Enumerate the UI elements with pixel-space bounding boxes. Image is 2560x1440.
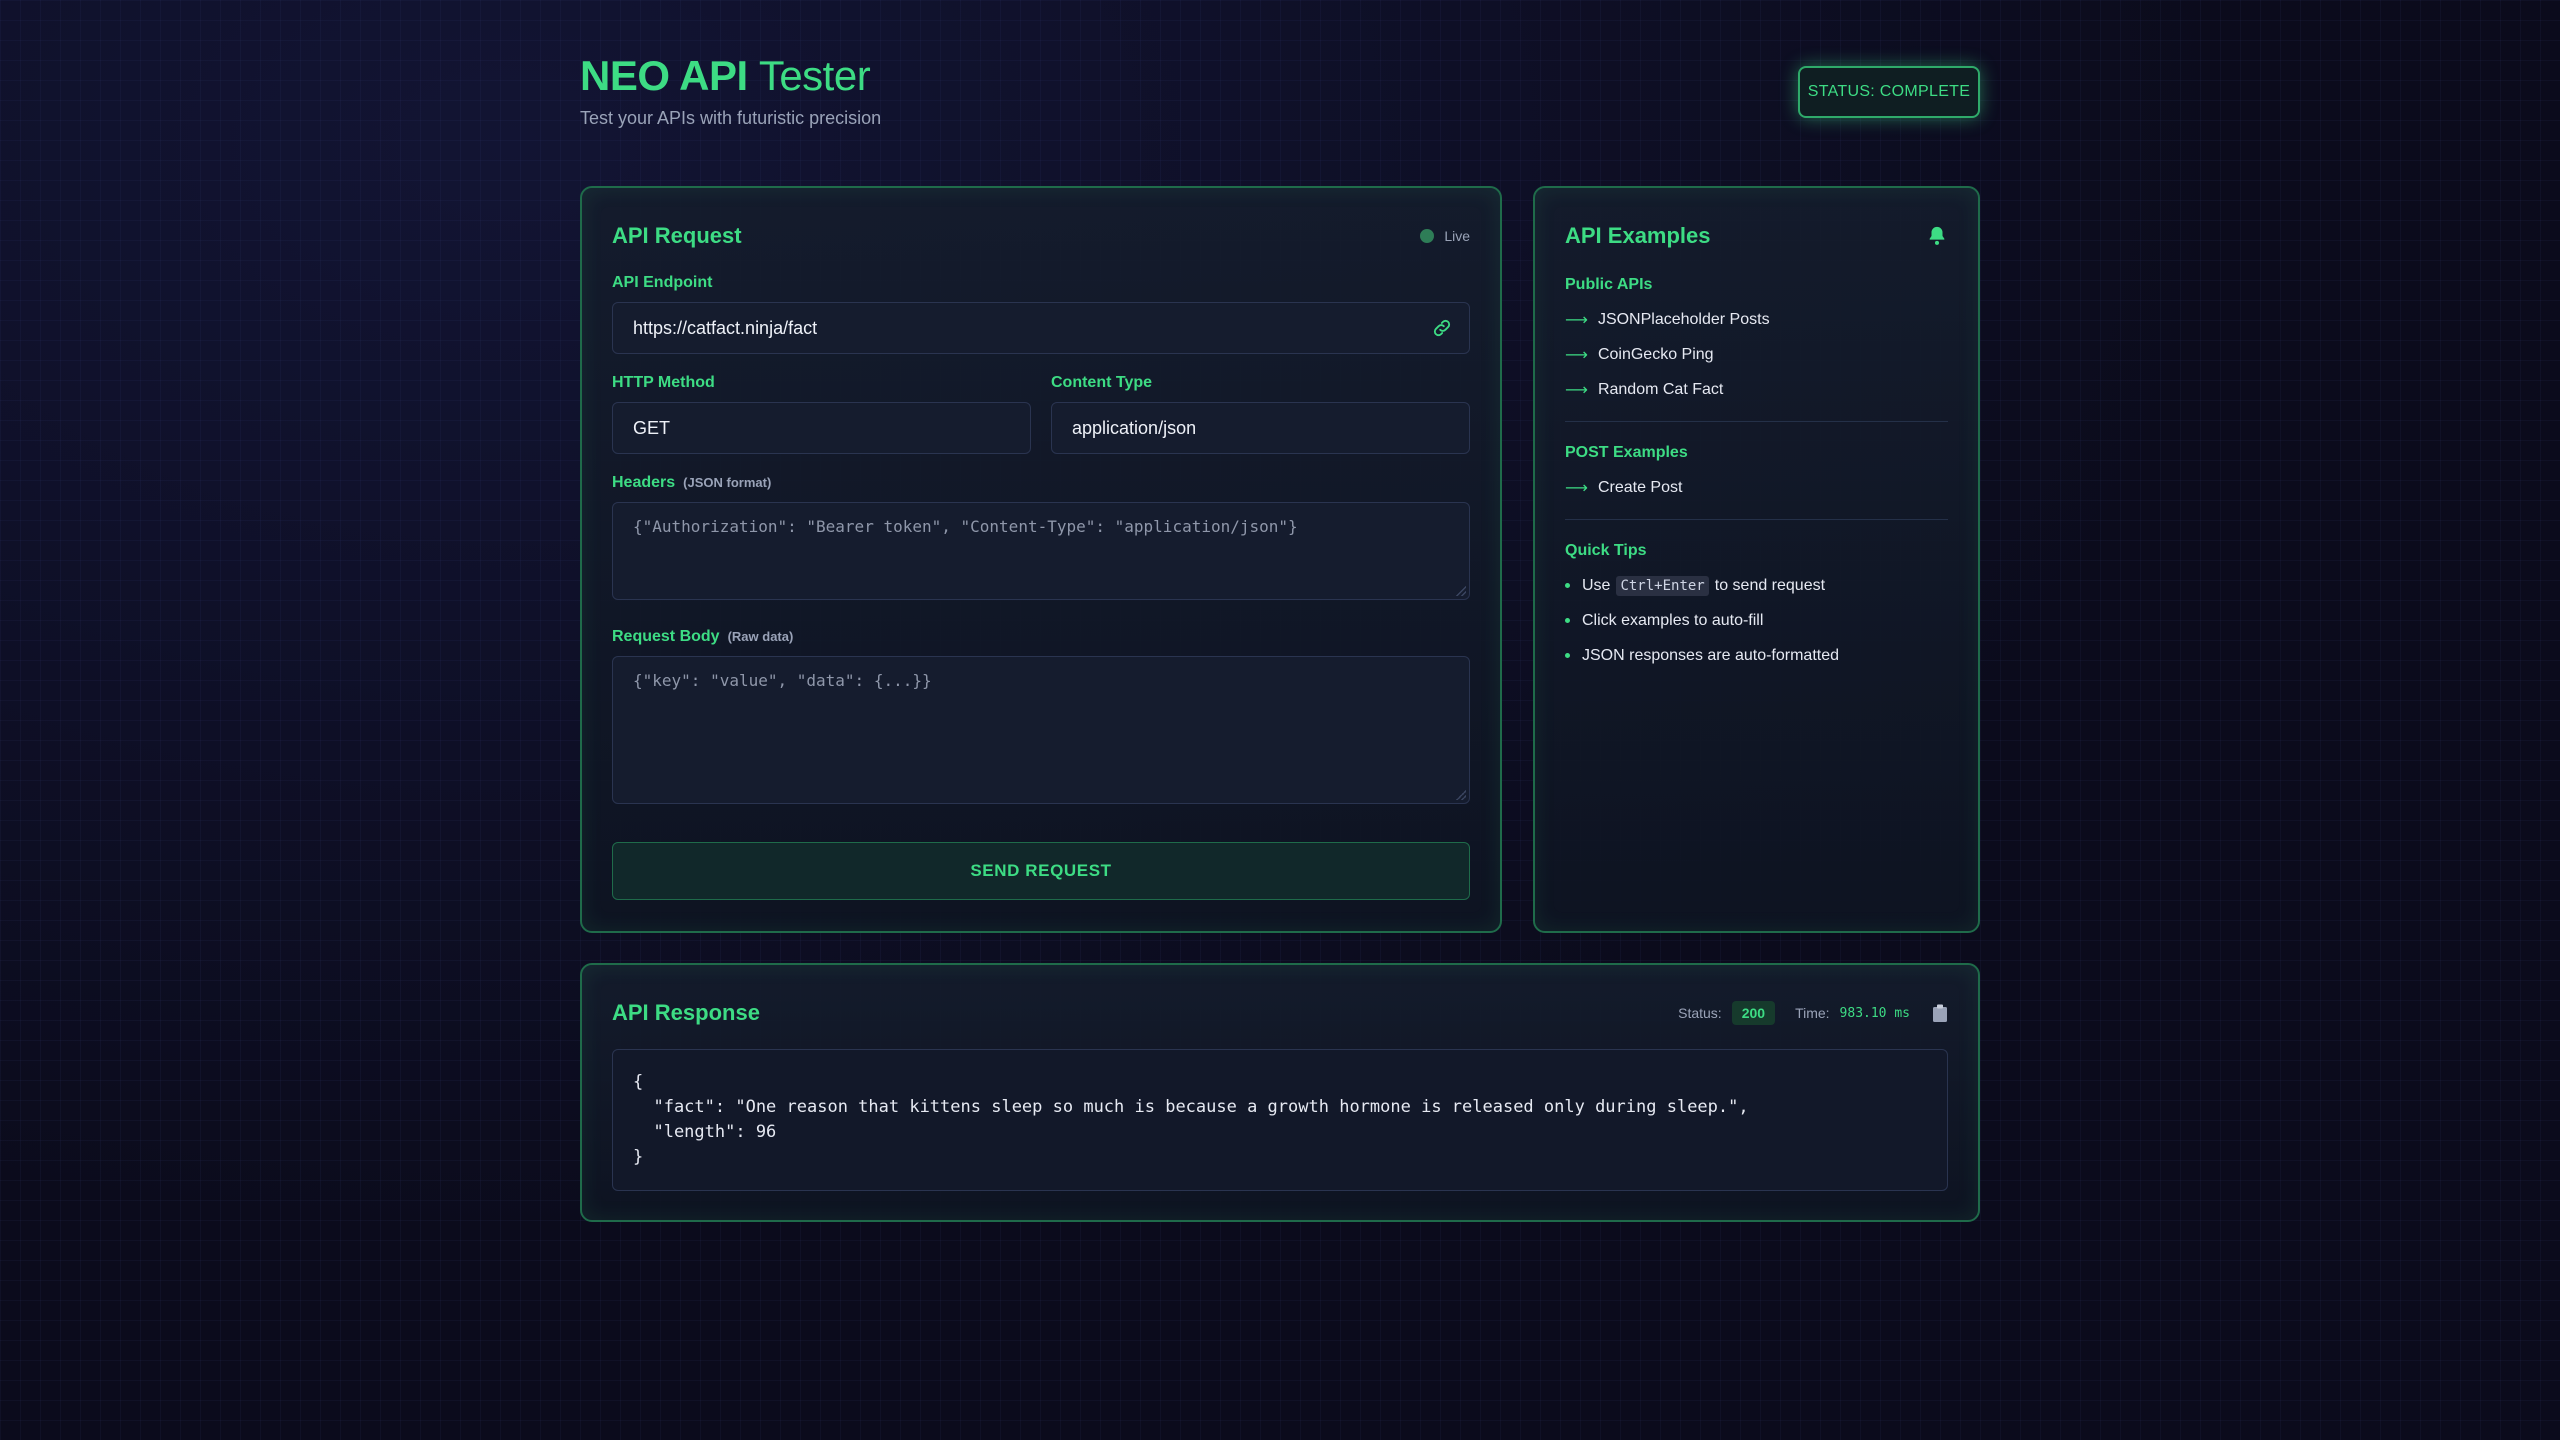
tip-text: Use: [1582, 576, 1611, 594]
bell-icon[interactable]: [1926, 225, 1948, 247]
divider: [1565, 519, 1948, 520]
app-title: NEO API Tester: [580, 50, 1980, 102]
endpoint-input[interactable]: https://catfact.ninja/fact: [612, 302, 1470, 354]
headers-textarea[interactable]: {"Authorization": "Bearer token", "Conte…: [612, 502, 1470, 600]
content-type-label: Content Type: [1051, 374, 1470, 392]
quick-tips-heading: Quick Tips: [1565, 542, 1647, 559]
bullet-icon: [1565, 583, 1570, 588]
headers-label-text: Headers: [612, 474, 676, 491]
app-title-bold: NEO API: [580, 52, 748, 99]
headers-hint: (JSON format): [683, 475, 772, 490]
content-type-label-text: Content Type: [1051, 374, 1153, 391]
arrow-right-icon: ⟶: [1565, 381, 1588, 399]
content-type-value: application/json: [1072, 417, 1197, 438]
response-body: { "fact": "One reason that kittens sleep…: [612, 1049, 1948, 1191]
tip-item: JSON responses are auto-formatted: [1565, 638, 1948, 673]
time-label: Time:: [1795, 1005, 1830, 1021]
app-title-thin: Tester: [758, 52, 871, 99]
app-header: NEO API Tester Test your APIs with futur…: [580, 50, 1980, 140]
content-type-group: Content Type application/json: [1051, 354, 1470, 454]
example-label: Random Cat Fact: [1597, 380, 1724, 398]
body-placeholder: {"key": "value", "data": {...}}: [633, 671, 932, 690]
tip-text: to send request: [1714, 576, 1826, 594]
example-random-cat-fact[interactable]: ⟶ Random Cat Fact: [1565, 372, 1948, 407]
resize-handle-icon[interactable]: [1456, 790, 1466, 800]
method-group: HTTP Method GET: [612, 354, 1031, 454]
examples-panel-header: API Examples: [1565, 218, 1948, 254]
tip-text: JSON responses are auto-formatted: [1582, 646, 1840, 664]
send-request-button[interactable]: SEND REQUEST: [612, 842, 1470, 900]
http-method-value: GET: [633, 417, 671, 438]
live-dot-icon: [1420, 229, 1435, 243]
status-code-badge: 200: [1731, 1001, 1776, 1025]
time-value: 983.10 ms: [1839, 1005, 1910, 1021]
request-panel-title: API Request: [612, 223, 742, 248]
example-coingecko-ping[interactable]: ⟶ CoinGecko Ping: [1565, 337, 1948, 372]
endpoint-label-text: API Endpoint: [612, 274, 713, 291]
tip-text: Click examples to auto-fill: [1582, 611, 1764, 629]
example-jsonplaceholder-posts[interactable]: ⟶ JSONPlaceholder Posts: [1565, 302, 1948, 337]
api-response-panel: API Response Status: 200 Time: 983.10 ms…: [580, 963, 1980, 1222]
live-label: Live: [1444, 228, 1470, 244]
bullet-icon: [1565, 653, 1570, 658]
example-label: Create Post: [1597, 478, 1683, 496]
example-label: CoinGecko Ping: [1597, 345, 1714, 363]
app-subtitle: Test your APIs with futuristic precision: [580, 108, 882, 128]
body-label-text: Request Body: [612, 628, 720, 645]
arrow-right-icon: ⟶: [1565, 346, 1588, 364]
example-create-post[interactable]: ⟶ Create Post: [1565, 470, 1948, 505]
clipboard-icon[interactable]: [1932, 1004, 1948, 1022]
divider: [1565, 421, 1948, 422]
status-badge: STATUS: COMPLETE: [1798, 66, 1980, 118]
post-examples-heading: POST Examples: [1565, 444, 1688, 461]
response-meta: Status: 200 Time: 983.10 ms: [1678, 1001, 1948, 1025]
response-panel-header: API Response Status: 200 Time: 983.10 ms: [612, 995, 1948, 1031]
bullet-icon: [1565, 618, 1570, 623]
keyboard-shortcut: Ctrl+Enter: [1616, 575, 1709, 596]
resize-handle-icon[interactable]: [1456, 586, 1466, 596]
api-examples-panel: API Examples Public APIs ⟶ JSONPlacehold…: [1533, 186, 1980, 933]
arrow-right-icon: ⟶: [1565, 479, 1588, 497]
request-panel-header: API Request Live: [612, 218, 1470, 254]
method-label-text: HTTP Method: [612, 374, 715, 391]
headers-placeholder: {"Authorization": "Bearer token", "Conte…: [633, 517, 1298, 536]
status-label: Status:: [1678, 1005, 1722, 1021]
link-icon[interactable]: [1431, 317, 1453, 339]
example-label: JSONPlaceholder Posts: [1597, 310, 1770, 328]
body-label: Request Body (Raw data): [612, 628, 1470, 646]
headers-label: Headers (JSON format): [612, 474, 1470, 492]
arrow-right-icon: ⟶: [1565, 311, 1588, 329]
api-request-panel: API Request Live API Endpoint https://ca…: [580, 186, 1502, 933]
http-method-select[interactable]: GET: [612, 402, 1031, 454]
examples-panel-title: API Examples: [1565, 223, 1711, 248]
tip-item: Click examples to auto-fill: [1565, 603, 1948, 638]
tip-item: Use Ctrl+Enter to send request: [1565, 568, 1948, 603]
response-panel-title: API Response: [612, 1000, 760, 1025]
body-hint: (Raw data): [727, 629, 794, 644]
method-label: HTTP Method: [612, 374, 1031, 392]
method-content-row: HTTP Method GET Content Type application…: [612, 354, 1470, 454]
endpoint-value: https://catfact.ninja/fact: [633, 317, 818, 338]
request-body-textarea[interactable]: {"key": "value", "data": {...}}: [612, 656, 1470, 804]
live-indicator: Live: [1420, 228, 1470, 244]
public-apis-heading: Public APIs: [1565, 276, 1653, 293]
endpoint-label: API Endpoint: [612, 274, 1470, 292]
content-type-select[interactable]: application/json: [1051, 402, 1470, 454]
